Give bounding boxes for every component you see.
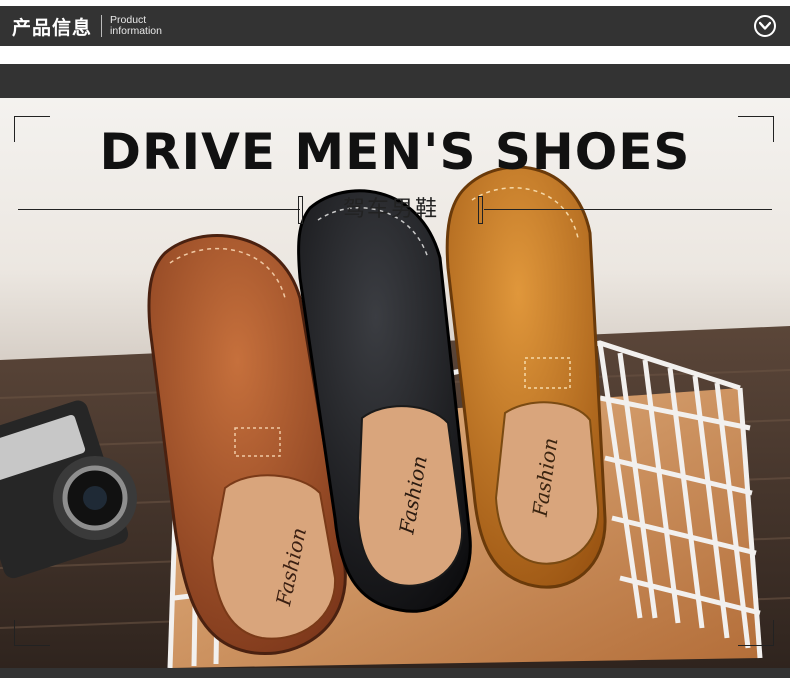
header-title-en: Product information [110, 15, 162, 37]
product-illustration: Fashion Fashion Fashion [0, 165, 790, 668]
spacer [0, 46, 790, 64]
subtitle-line-right [484, 209, 772, 210]
subtitle-bracket-left [298, 196, 303, 224]
header-divider [101, 15, 103, 37]
header-title-en-line2: information [110, 25, 162, 37]
frame-corner-bottom-left [14, 620, 50, 646]
product-photo: Fashion Fashion Fashion [0, 98, 790, 668]
header-title-cn: 产品信息 [12, 16, 93, 39]
subtitle-bracket-right [478, 196, 483, 224]
banner-title-cn: 驾车男鞋 [342, 197, 439, 222]
chevron-down-icon [759, 21, 771, 30]
section-header: 产品信息 Product information [0, 6, 790, 46]
frame-corner-bottom-right [738, 620, 774, 646]
subtitle-line-left [18, 209, 300, 210]
dark-band [0, 64, 790, 98]
collapse-toggle-button[interactable] [754, 15, 776, 37]
banner-subtitle-row: 驾车男鞋 [0, 196, 790, 226]
bottom-band [0, 668, 790, 678]
banner-title-en: DRIVE MEN'S SHOES [99, 123, 691, 181]
